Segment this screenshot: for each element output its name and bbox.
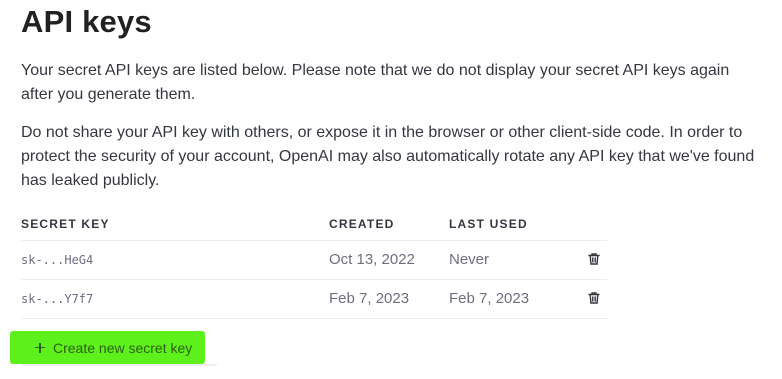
created-date: Oct 13, 2022 [329,251,415,268]
secret-key-value: sk-...HeG4 [21,253,94,267]
create-secret-key-button[interactable]: Create new secret key [10,331,205,364]
api-keys-table: SECRET KEY CREATED LAST USED sk-...HeG4 … [21,208,607,319]
header-created: CREATED [329,217,395,231]
intro-paragraph: Your secret API keys are listed below. P… [21,62,730,103]
created-date: Feb 7, 2023 [329,290,410,307]
last-used-date: Feb 7, 2023 [449,290,530,307]
trash-icon[interactable] [587,291,601,305]
table-header: SECRET KEY CREATED LAST USED [21,208,607,241]
security-paragraph: Do not share your API key with others, o… [21,124,755,189]
plus-icon [35,342,45,353]
create-secret-key-label: Create new secret key [53,339,193,356]
page-title: API keys [21,4,152,39]
table-row: sk-...Y7f7 Feb 7, 2023 Feb 7, 2023 [21,280,607,319]
header-secret-key: SECRET KEY [21,217,110,231]
trash-icon[interactable] [587,252,601,266]
create-key-area: Create new secret key [10,331,217,366]
button-shadow [22,364,217,366]
last-used-date: Never [449,251,490,268]
secret-key-value: sk-...Y7f7 [21,292,94,306]
table-row: sk-...HeG4 Oct 13, 2022 Never [21,241,607,280]
header-last-used: LAST USED [449,217,528,231]
